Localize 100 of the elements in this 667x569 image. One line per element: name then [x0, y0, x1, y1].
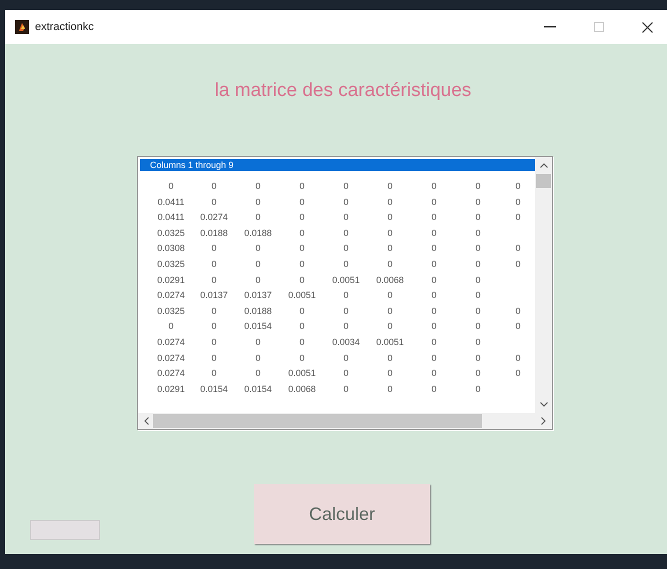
matrix-value: 0: [210, 180, 218, 193]
matrix-value: 0.0274: [156, 289, 186, 302]
matrix-value: 0: [474, 336, 482, 349]
matrix-value: 0: [474, 226, 482, 240]
listbox[interactable]: [137, 156, 553, 430]
matrix-value: 0: [386, 258, 394, 271]
matrix-value: 0: [210, 304, 218, 318]
matrix-value: 0: [474, 367, 482, 380]
matrix-value: 0.0051: [287, 367, 317, 380]
matrix-value: 0: [254, 196, 262, 209]
matrix-value: 0: [514, 352, 522, 365]
matrix-value: 0: [474, 320, 482, 334]
app-icon: [15, 20, 29, 34]
calculate-button[interactable]: Calculer: [254, 484, 430, 544]
matrix-value: 0: [514, 304, 522, 318]
matrix-value: 0: [474, 180, 482, 193]
matrix-value: 0.0291: [156, 274, 186, 287]
matrix-value: 0.0068: [375, 274, 405, 287]
matrix-value: 0.0325: [156, 304, 186, 318]
matrix-value: 0.0034: [331, 336, 361, 349]
matrix-value: 0.0154: [243, 382, 273, 396]
matrix-value: 0: [514, 180, 522, 193]
matrix-value: 0: [430, 367, 438, 380]
matrix-value: 0.0325: [156, 226, 186, 240]
close-icon[interactable]: [642, 22, 653, 32]
matrix-value: 0.0154: [199, 382, 229, 396]
vertical-scrollbar[interactable]: [535, 157, 552, 413]
matrix-value: 0: [386, 382, 394, 396]
matrix-value: 0: [386, 242, 394, 256]
matrix-value: 0: [514, 211, 522, 224]
matrix-value: 0: [474, 382, 482, 396]
matrix-value: 0: [430, 352, 438, 365]
matrix-value: 0: [430, 320, 438, 334]
matrix-value: 0: [254, 352, 262, 365]
matrix-value: 0: [254, 274, 262, 287]
matrix-value: 0.0274: [199, 211, 229, 224]
matrix-value: 0: [386, 289, 394, 302]
matrix-value: 0.0274: [156, 336, 186, 349]
matrix-value: 0: [514, 258, 522, 271]
matrix-value: 0: [298, 196, 306, 209]
matrix-value: 0.0274: [156, 367, 186, 380]
matrix-value: 0: [298, 258, 306, 271]
matrix-value: 0: [386, 352, 394, 365]
blank-field[interactable]: [30, 520, 100, 540]
matrix-value: 0: [430, 274, 438, 287]
matrix-value: 0.0411: [156, 196, 186, 209]
matrix-value: 0: [254, 180, 262, 193]
matrix-value: 0: [514, 320, 522, 334]
matrix-value: 0: [298, 336, 306, 349]
matrix-value: 0: [298, 274, 306, 287]
matrix-value: 0.0308: [156, 242, 186, 256]
matrix-value: 0: [342, 258, 350, 271]
matrix-value: 0: [298, 242, 306, 256]
matrix-value: 0: [298, 352, 306, 365]
matrix-value: 0: [430, 336, 438, 349]
matrix-value: 0: [342, 180, 350, 193]
minimize-icon[interactable]: [544, 26, 556, 28]
matrix-value: 0: [386, 367, 394, 380]
matrix-value: 0.0051: [375, 336, 405, 349]
matrix-value: 0: [298, 226, 306, 240]
matrix-value: 0: [342, 320, 350, 334]
matrix-value: 0: [254, 258, 262, 271]
matrix-value: 0: [430, 258, 438, 271]
matrix-value: 0: [474, 258, 482, 271]
matrix-value: 0: [514, 367, 522, 380]
matrix-value: 0.0154: [243, 320, 273, 334]
matrix-value: 0: [210, 258, 218, 271]
window-title: extractionkc: [35, 21, 94, 33]
matrix-value: 0.0188: [243, 304, 273, 318]
heading: la matrice des caractéristiques: [214, 80, 472, 102]
matrix-value: 0: [386, 196, 394, 209]
matrix-value: 0.0051: [331, 274, 361, 287]
matrix-value: 0: [210, 336, 218, 349]
matrix-value: 0: [167, 320, 174, 334]
matrix-value: 0: [386, 211, 394, 224]
matrix-value: 0.0137: [243, 289, 273, 302]
matrix-value: 0: [474, 352, 482, 365]
matrix-value: 0.0051: [287, 289, 317, 302]
horizontal-scrollbar[interactable]: [138, 413, 552, 429]
matrix-value: 0: [514, 196, 522, 209]
matrix-value: 0.0325: [156, 258, 186, 271]
matrix-value: 0: [167, 180, 174, 193]
matrix-value: 0: [342, 382, 350, 396]
matrix-value: 0: [386, 304, 394, 318]
list-item[interactable]: Columns 1 through 9: [140, 159, 535, 171]
matrix-value: 0: [474, 304, 482, 318]
matrix-value: 0: [430, 226, 438, 240]
matrix-value: 0: [474, 196, 482, 209]
matrix-value: 0: [210, 367, 218, 380]
matrix-value: 0.0411: [156, 211, 186, 224]
matrix-value: 0: [298, 304, 306, 318]
matrix-value: 0: [210, 242, 218, 256]
matrix-value: 0: [342, 211, 350, 224]
scroll-thumb[interactable]: [153, 414, 482, 428]
matrix-value: 0: [342, 304, 350, 318]
matrix-value: 0: [474, 289, 482, 302]
scroll-thumb[interactable]: [536, 174, 551, 188]
matrix-value: 0: [474, 242, 482, 256]
matrix-value: 0: [254, 211, 262, 224]
matrix-value: 0: [210, 196, 218, 209]
